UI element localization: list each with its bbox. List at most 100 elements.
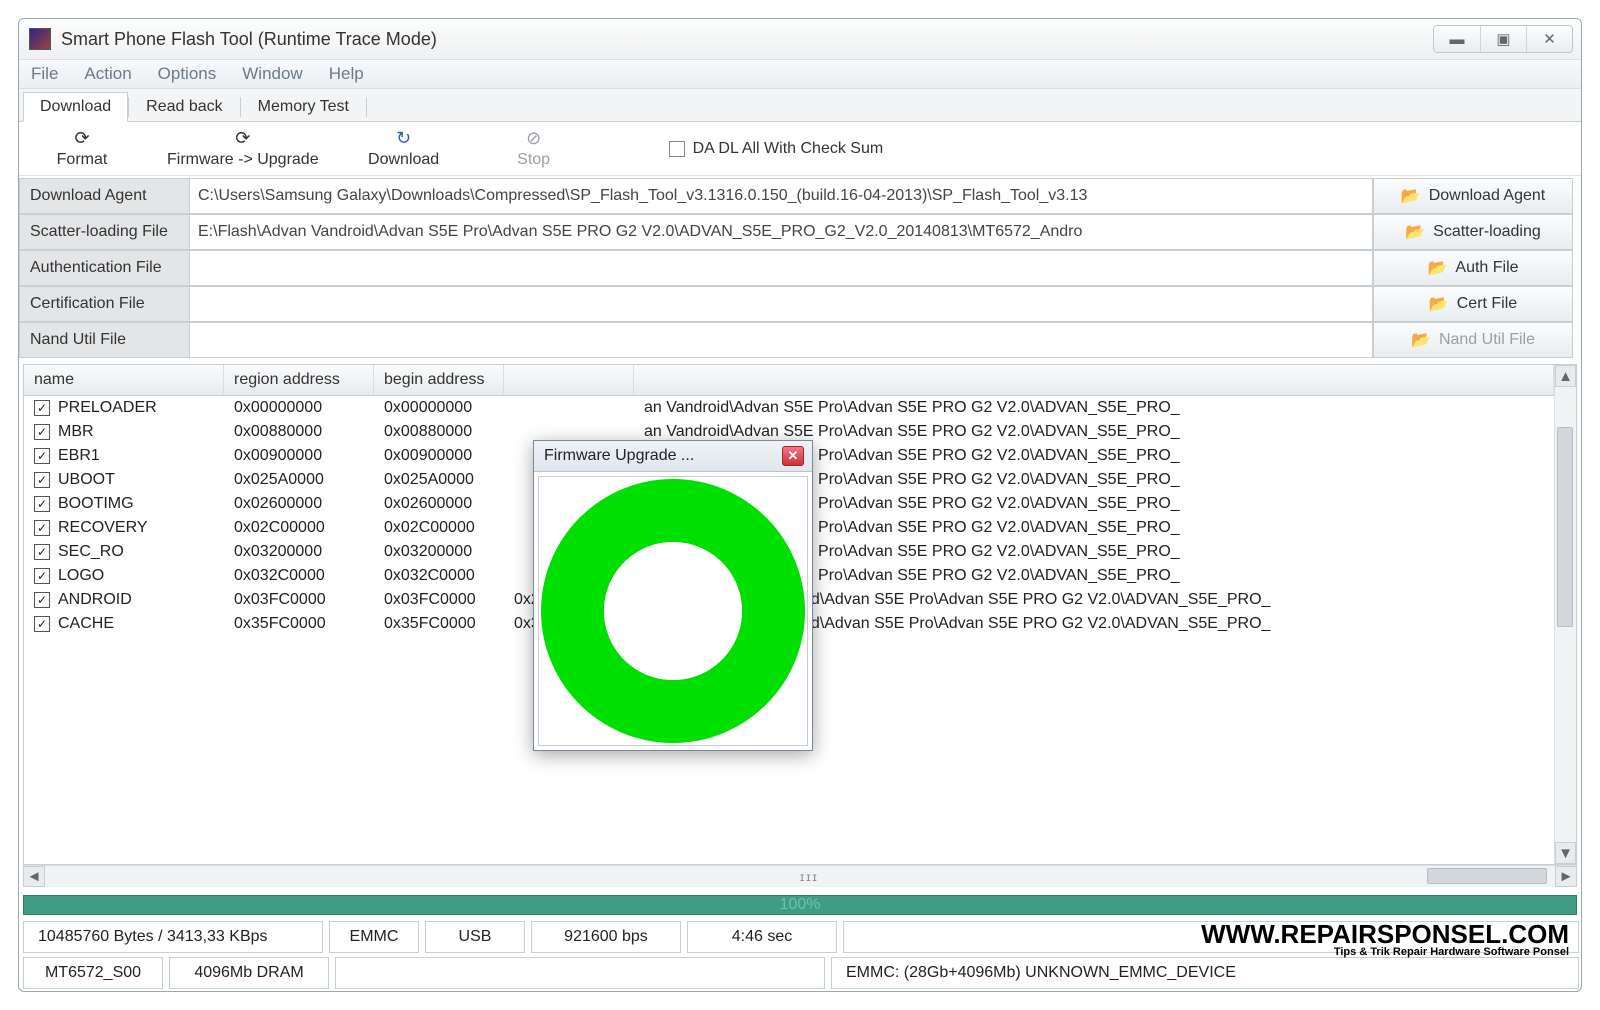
checksum-label: DA DL All With Check Sum (693, 140, 884, 158)
row-checkbox[interactable]: ✓ (34, 568, 50, 584)
scroll-track[interactable] (1555, 387, 1576, 842)
begin-address: 0x032C0000 (374, 567, 504, 585)
upgrade-label: Firmware -> Upgrade (167, 151, 319, 169)
checksum-checkbox[interactable] (669, 141, 685, 157)
popup-close-button[interactable]: ✕ (782, 446, 804, 466)
row-checkbox[interactable]: ✓ (34, 400, 50, 416)
cert-label: Certification File (19, 286, 189, 322)
checksum-option[interactable]: DA DL All With Check Sum (669, 140, 884, 158)
scroll-up-icon[interactable]: ▲ (1555, 365, 1576, 387)
col-name[interactable]: name (24, 365, 224, 395)
auth-field[interactable] (189, 250, 1373, 286)
firmware-upgrade-popup: Firmware Upgrade ... ✕ (533, 440, 813, 751)
auth-browse-button[interactable]: 📂Auth File (1373, 250, 1573, 286)
menu-file[interactable]: File (31, 64, 58, 84)
col-region[interactable]: region address (224, 365, 374, 395)
scatter-btn-label: Scatter-loading (1433, 223, 1541, 241)
table-header: name region address begin address (24, 365, 1554, 396)
status-bytes: 10485760 Bytes / 3413,33 KBps (23, 921, 323, 953)
region-address: 0x00880000 (224, 423, 374, 441)
scatter-field[interactable]: E:\Flash\Advan Vandroid\Advan S5E Pro\Ad… (189, 214, 1373, 250)
region-address: 0x032C0000 (224, 567, 374, 585)
download-icon: ↻ (396, 128, 411, 149)
progress-text: 100% (780, 896, 821, 913)
cert-browse-button[interactable]: 📂 Cert File (1373, 286, 1573, 322)
success-ring-icon (541, 479, 805, 743)
format-label: Format (57, 151, 108, 169)
begin-address: 0x02C00000 (374, 519, 504, 537)
row-checkbox[interactable]: ✓ (34, 592, 50, 608)
row-checkbox[interactable]: ✓ (34, 496, 50, 512)
close-button[interactable]: ✕ (1526, 26, 1572, 52)
scroll-marks: ɪɪɪ (800, 870, 819, 884)
nand-browse-button: 📂 Nand Util File (1373, 322, 1573, 358)
col-begin[interactable]: begin address (374, 365, 504, 395)
format-button[interactable]: ⟳ Format (37, 128, 127, 169)
scroll-left-icon[interactable]: ◄ (23, 866, 45, 887)
partition-name: UBOOT (58, 471, 115, 489)
menu-options[interactable]: Options (158, 64, 217, 84)
nand-btn-label: Nand Util File (1439, 331, 1535, 349)
download-button[interactable]: ↻ Download (359, 128, 449, 169)
status-time: 4:46 sec (687, 921, 837, 953)
cert-field[interactable] (189, 286, 1373, 322)
minimize-button[interactable]: ▬ (1434, 26, 1480, 52)
row-checkbox[interactable]: ✓ (34, 616, 50, 632)
folder-icon: 📂 (1411, 330, 1431, 350)
region-address: 0x02600000 (224, 495, 374, 513)
download-label: Download (368, 151, 439, 169)
menu-window[interactable]: Window (242, 64, 302, 84)
tab-readback[interactable]: Read back (129, 92, 240, 122)
scatter-browse-button[interactable]: 📂Scatter-loading (1373, 214, 1573, 250)
da-browse-button[interactable]: 📂Download Agent (1373, 178, 1573, 214)
col-location[interactable] (634, 365, 1554, 395)
da-btn-label: Download Agent (1429, 187, 1546, 205)
folder-icon: 📂 (1429, 294, 1449, 314)
begin-address: 0x03200000 (374, 543, 504, 561)
scatter-label: Scatter-loading File (19, 214, 189, 250)
row-checkbox[interactable]: ✓ (34, 544, 50, 560)
window-controls: ▬ ▣ ✕ (1433, 25, 1573, 53)
row-checkbox[interactable]: ✓ (34, 520, 50, 536)
stop-button[interactable]: ⊘ Stop (489, 128, 579, 169)
begin-address: 0x03FC0000 (374, 591, 504, 609)
scroll-down-icon[interactable]: ▼ (1555, 842, 1576, 864)
menu-help[interactable]: Help (329, 64, 364, 84)
cert-btn-label: Cert File (1457, 295, 1517, 313)
row-checkbox[interactable]: ✓ (34, 424, 50, 440)
tab-download[interactable]: Download (23, 92, 128, 122)
auth-label: Authentication File (19, 250, 189, 286)
vertical-scrollbar[interactable]: ▲ ▼ (1554, 365, 1576, 864)
begin-address: 0x00880000 (374, 423, 504, 441)
row-checkbox[interactable]: ✓ (34, 472, 50, 488)
status-row-1: 10485760 Bytes / 3413,33 KBps EMMC USB 9… (19, 919, 1581, 955)
partition-name: SEC_RO (58, 543, 124, 561)
region-address: 0x03FC0000 (224, 591, 374, 609)
da-field[interactable]: C:\Users\Samsung Galaxy\Downloads\Compre… (189, 178, 1373, 214)
region-address: 0x03200000 (224, 543, 374, 561)
col-end[interactable] (504, 365, 634, 395)
menu-action[interactable]: Action (84, 64, 131, 84)
scroll-right-icon[interactable]: ► (1555, 866, 1577, 887)
begin-address: 0x00000000 (374, 399, 504, 417)
tab-memorytest[interactable]: Memory Test (241, 92, 366, 122)
row-checkbox[interactable]: ✓ (34, 448, 50, 464)
partition-name: RECOVERY (58, 519, 148, 537)
partition-name: PRELOADER (58, 399, 157, 417)
maximize-button[interactable]: ▣ (1480, 26, 1526, 52)
partition-name: MBR (58, 423, 94, 441)
status-blank (335, 957, 825, 989)
firmware-upgrade-button[interactable]: ⟳ Firmware -> Upgrade (167, 128, 319, 169)
horizontal-scrollbar[interactable]: ◄ ɪɪɪ ► (23, 865, 1577, 887)
nand-field[interactable] (189, 322, 1373, 358)
scroll-track[interactable]: ɪɪɪ (45, 866, 1555, 887)
popup-title-text: Firmware Upgrade ... (544, 447, 694, 465)
upgrade-icon: ⟳ (235, 128, 250, 149)
scroll-thumb[interactable] (1557, 427, 1573, 627)
table-row[interactable]: ✓PRELOADER0x000000000x00000000an Vandroi… (24, 396, 1554, 420)
da-label: Download Agent (19, 178, 189, 214)
file-location: an Vandroid\Advan S5E Pro\Advan S5E PRO … (634, 399, 1554, 417)
progress-bar: 100% (23, 895, 1577, 915)
popup-titlebar[interactable]: Firmware Upgrade ... ✕ (534, 441, 812, 472)
scroll-thumb[interactable] (1427, 868, 1547, 884)
